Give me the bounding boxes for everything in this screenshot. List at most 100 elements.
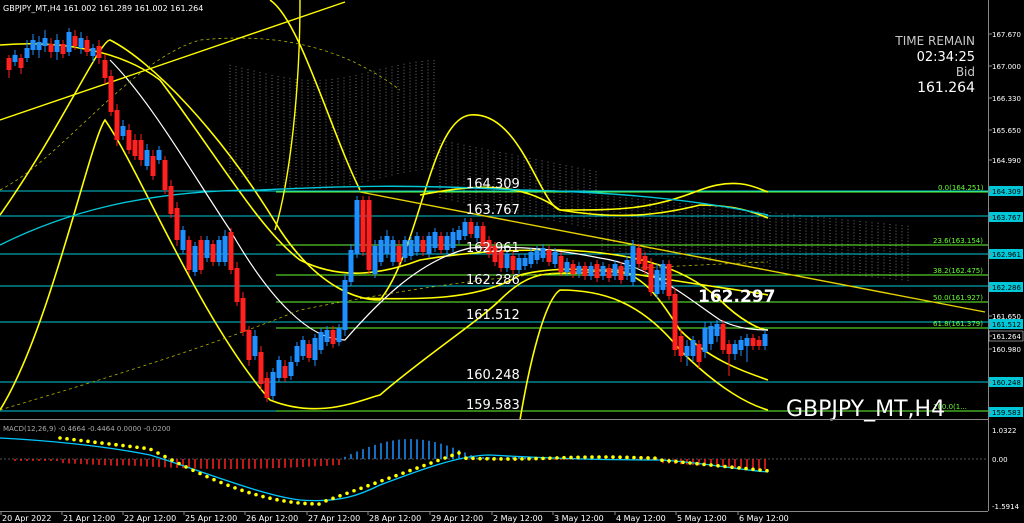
symbol-header: GBPJPY_MT,H4 161.002 161.289 161.002 161… [3,4,203,13]
fibo-label-236: 23.6(163.154) [933,237,983,245]
macd-dot [667,459,671,463]
macd-dot [93,440,97,445]
macd-dot [114,442,118,447]
macd-dot [65,437,69,441]
macd-dot [744,466,748,471]
macd-dot [660,458,664,463]
ichimoku-cloud [229,60,909,281]
macd-dot [387,476,391,480]
candle-body [66,32,72,52]
candle-body [750,338,756,346]
candle-body [348,250,354,282]
candle-body [642,256,648,270]
candle-body [396,246,402,262]
candle-body [354,200,360,254]
candle-body [360,200,366,252]
macd-axis-top: 1.0322 [992,427,1017,435]
candle-body [468,222,474,234]
macd-dot [688,461,692,465]
macd-dot [674,459,678,464]
time-axis-label: 5 May 12:00 [677,514,727,523]
candle-body [24,48,30,58]
macd-label: MACD(12,26,9) -0.4664 -0.4464 0.0000 -0.… [3,425,171,433]
macd-dot [86,439,90,444]
candle-body [762,334,768,346]
macd-dot [149,447,153,452]
candle-body [276,360,282,378]
price-axis-label: 160.248 [992,379,1021,387]
macd-dot [142,446,146,450]
candle-body [336,328,342,342]
macd-dot [352,488,356,493]
candle-body [738,340,744,350]
time-remain-value: 02:34:25 [917,50,975,65]
price-axis-label: 159.583 [992,409,1021,417]
macd-dot [359,486,363,491]
macd-dot [506,457,510,461]
candle-body [78,38,84,48]
macd-dot [373,481,377,486]
time-axis-label: 4 May 12:00 [616,514,666,523]
trend-line-up[interactable] [0,1,346,121]
candle-body [684,346,690,356]
macd-signal-line [0,437,769,502]
macd-dot [464,456,468,460]
candle-body [324,330,330,342]
candle-body [534,250,540,260]
time-axis[interactable]: 20 Apr 2022 21 Apr 12:00 22 Apr 12:00 25 Ap… [0,511,789,523]
macd-dot [72,437,76,442]
time-remain-panel: TIME REMAIN 02:34:25 Bid 161.264 [894,34,975,96]
macd-dot [240,488,244,493]
candle-body [174,208,180,240]
candle-body [282,366,288,378]
macd-dot [450,453,454,458]
candle-body [150,156,156,176]
time-axis-label: 2 May 12:00 [493,514,543,523]
price-axis-label: 161.264 [992,333,1021,341]
macd-dot [331,496,335,501]
bid-value: 161.264 [917,80,975,96]
macd-dot [597,455,601,459]
envelope-upper-top [269,0,361,191]
macd-dot [716,464,720,468]
time-axis-label: 21 Apr 12:00 [63,514,115,523]
candle-body [108,76,114,112]
candle-body [186,240,192,270]
candle-body [378,240,384,262]
macd-dot [121,443,125,448]
fibonacci-levels [276,191,988,412]
price-axis-label: 164.990 [992,157,1021,165]
macd-dot [443,456,447,460]
candle-body [690,340,696,356]
candle-body [318,332,324,350]
macd-dot [513,457,517,461]
fibo-label-618: 61.8(161.379) [933,320,983,328]
candle-body [552,252,558,264]
macd-dot [289,500,293,504]
candle-body [372,246,378,274]
macd-dot [401,471,405,475]
time-axis-label: 25 Apr 12:00 [185,514,237,523]
candle-body [12,55,18,62]
time-axis-label: 22 Apr 12:00 [124,514,176,523]
candle-body [384,236,390,254]
macd-dot [422,463,426,468]
candle-body [240,298,246,332]
macd-dot [324,499,328,503]
macd-dot [380,478,384,483]
chart-canvas[interactable]: 164.309 163.767 162.961 162.286 161.512 … [0,0,1024,523]
price-axis-label: 164.309 [992,188,1021,196]
candle-body [726,344,732,354]
candle-body [714,324,720,336]
candle-body [438,236,444,250]
candle-body [624,260,630,276]
fibo-label-500: 50.0(161.927) [933,294,983,302]
candle-body [156,150,162,160]
candle-body [756,340,762,346]
macd-dot [632,455,636,460]
macd-dot [436,458,440,463]
candle-body [192,246,198,272]
candle-body [54,40,60,52]
level-label-160248: 160.248 [466,368,520,383]
macd-dot [408,468,412,473]
